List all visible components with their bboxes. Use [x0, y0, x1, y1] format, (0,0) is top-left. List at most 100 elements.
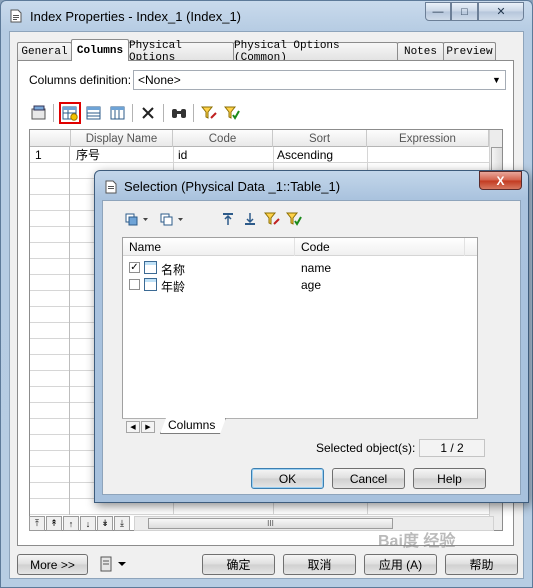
maximize-button[interactable]: □ — [451, 2, 478, 21]
item-checkbox-checked[interactable]: ✓ — [129, 262, 140, 273]
print-menu-button[interactable] — [95, 553, 131, 575]
more-button[interactable]: More >> — [17, 554, 88, 575]
filter-check-icon — [224, 106, 240, 120]
find-button[interactable] — [168, 102, 190, 124]
insert-row-button[interactable] — [82, 102, 104, 124]
selection-close-button[interactable]: X — [479, 171, 522, 190]
ok-button[interactable]: 确定 — [202, 554, 275, 575]
sort-down-icon — [245, 213, 255, 225]
move-bottom-button[interactable]: ⤓ — [114, 516, 130, 531]
filter-icon — [201, 106, 217, 119]
move-down-button[interactable]: ↓ — [80, 516, 96, 531]
tab-physical-options[interactable]: Physical Options — [128, 40, 234, 64]
item-code: name — [301, 261, 332, 275]
filter-selection-button[interactable] — [221, 102, 243, 124]
selected-objects-count: 1 / 2 — [419, 439, 485, 457]
list-item[interactable]: 年龄 age — [123, 277, 477, 294]
cell-sort[interactable]: Ascending — [277, 147, 333, 163]
grid-header: Display Name Code Sort Expression — [30, 130, 502, 147]
add-row-button[interactable] — [106, 102, 128, 124]
item-name: 年龄 — [161, 280, 186, 294]
columns-definition-dropdown[interactable]: <None> ▼ — [133, 70, 506, 90]
chevron-down-icon: ▼ — [492, 75, 501, 85]
toolbar-separator — [53, 104, 54, 122]
move-to-bottom-button[interactable] — [239, 208, 261, 230]
column-header-display-name[interactable]: Display Name — [71, 130, 173, 147]
tab-scroll-right-button[interactable]: ▶ — [141, 421, 155, 433]
printer-dropdown-icon — [100, 556, 126, 572]
column-header-code[interactable]: Code — [173, 130, 273, 147]
row-number-column — [30, 147, 70, 515]
columns-selection-list[interactable]: Name Code ✓ 名称 name 年龄 age — [122, 237, 478, 435]
filter-icon — [264, 212, 280, 225]
selection-dialog-title: Selection (Physical Data _1::Table_1) — [124, 179, 341, 194]
columns-definition-label: Columns definition: — [29, 73, 132, 87]
delete-button[interactable] — [137, 102, 159, 124]
cell-display-name[interactable]: 序号 — [76, 147, 100, 163]
move-up-button[interactable]: ↑ — [63, 516, 79, 531]
apply-button[interactable]: 应用 (A) — [364, 554, 437, 575]
tab-physical-options-common[interactable]: Physical Options (Common) — [233, 40, 398, 64]
item-code: age — [301, 278, 322, 292]
list-item[interactable]: ✓ 名称 name — [123, 260, 477, 277]
properties-app-icon — [10, 9, 22, 23]
column-icon — [144, 261, 157, 274]
cell-code[interactable]: id — [178, 147, 187, 163]
selection-filter-check-button[interactable] — [283, 208, 305, 230]
sort-up-icon — [223, 213, 233, 225]
minimize-button[interactable]: — — [425, 2, 451, 21]
toolbar-separator — [193, 104, 194, 122]
column-header-expression[interactable]: Expression — [367, 130, 489, 147]
grid-corner-cell[interactable] — [30, 130, 71, 147]
selection-app-icon — [105, 180, 117, 194]
add-columns-button[interactable] — [59, 102, 81, 124]
row-navigation: ⤒ ↟ ↑ ↓ ↡ ⤓ — [29, 516, 131, 532]
selection-dialog: Selection (Physical Data _1::Table_1) X — [94, 170, 529, 503]
list-header-name[interactable]: Name — [123, 238, 295, 256]
list-header-code[interactable]: Code — [295, 238, 465, 256]
cancel-button[interactable]: 取消 — [283, 554, 356, 575]
columns-definition-value: <None> — [138, 73, 181, 87]
select-all-dropdown-button[interactable] — [122, 208, 152, 230]
add-row-icon — [110, 106, 125, 120]
tab-preview[interactable]: Preview — [443, 42, 496, 60]
help-button[interactable]: 帮助 — [445, 554, 518, 575]
add-columns-icon — [62, 106, 78, 121]
row-number: 1 — [35, 148, 42, 162]
deselect-all-dropdown-button[interactable] — [157, 208, 187, 230]
tab-notes[interactable]: Notes — [397, 42, 444, 60]
selection-dialog-client: Name Code ✓ 名称 name 年龄 age ◀ ▶ Columns S… — [102, 200, 521, 495]
selection-filter-button[interactable] — [261, 208, 283, 230]
selection-help-button[interactable]: Help — [413, 468, 486, 489]
filter-button[interactable] — [198, 102, 220, 124]
baidu-watermark: Bai度 经验 — [378, 533, 456, 550]
tab-scroll-left-button[interactable]: ◀ — [126, 421, 140, 433]
move-top-button[interactable]: ⤒ — [29, 516, 45, 531]
close-button[interactable]: ✕ — [478, 2, 524, 21]
selection-cancel-button[interactable]: Cancel — [332, 468, 405, 489]
tab-general[interactable]: General — [17, 42, 72, 60]
binoculars-icon — [172, 109, 186, 118]
move-to-top-button[interactable] — [217, 208, 239, 230]
deselect-all-icon — [160, 213, 183, 226]
horizontal-scroll-thumb[interactable]: III — [148, 518, 393, 529]
tab-columns-list[interactable]: Columns — [160, 418, 226, 434]
properties-icon — [31, 105, 46, 120]
column-icon — [144, 278, 157, 291]
column-header-sort[interactable]: Sort — [273, 130, 367, 147]
insert-row-icon — [86, 106, 101, 120]
title-bar[interactable]: Index Properties - Index_1 (Index_1) — □… — [1, 1, 532, 31]
move-page-up-button[interactable]: ↟ — [46, 516, 62, 531]
properties-tool-button[interactable] — [28, 102, 50, 124]
toolbar-separator — [132, 104, 133, 122]
selection-ok-button[interactable]: OK — [251, 468, 324, 489]
selected-objects-label: Selected object(s): — [316, 441, 416, 455]
list-tab-strip: ◀ ▶ Columns — [122, 418, 478, 435]
item-name: 名称 — [161, 263, 186, 277]
item-checkbox[interactable] — [129, 279, 140, 290]
toolbar-separator — [163, 104, 164, 122]
list-header: Name Code — [123, 238, 477, 256]
filter-check-icon — [286, 212, 302, 226]
move-page-down-button[interactable]: ↡ — [97, 516, 113, 531]
tab-columns[interactable]: Columns — [71, 39, 129, 61]
